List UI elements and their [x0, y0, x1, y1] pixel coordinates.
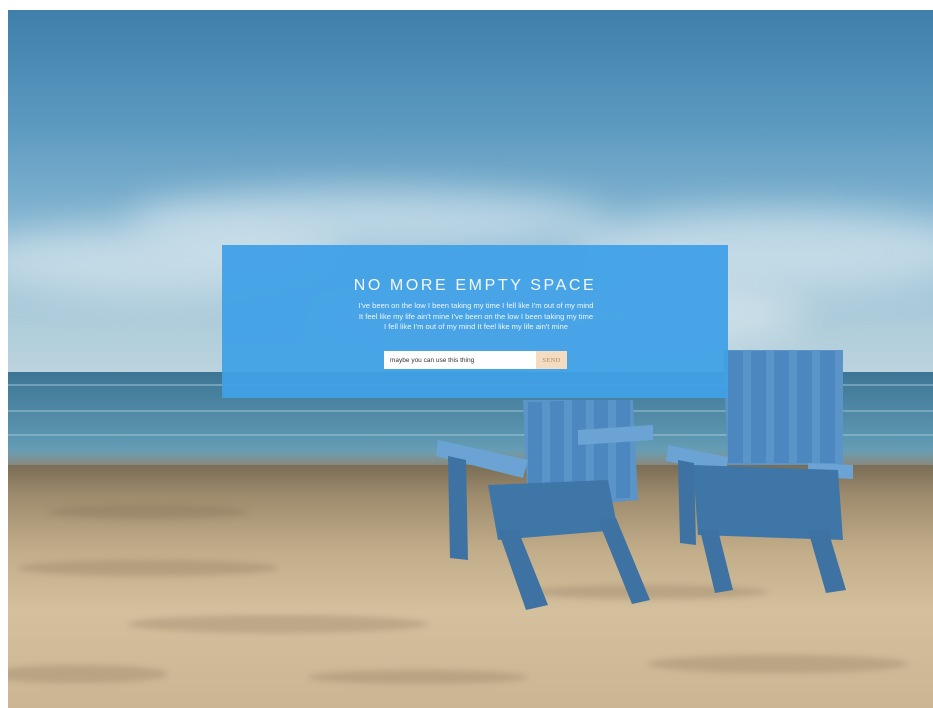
input-form: SEND — [384, 351, 568, 369]
beach-chair-left — [436, 400, 653, 610]
hero-card: NO MORE EMPTY SPACE I've been on the low… — [222, 245, 728, 398]
hero-description: I've been on the low I been taking my ti… — [358, 301, 594, 332]
send-button[interactable]: SEND — [536, 351, 567, 369]
text-input[interactable] — [384, 351, 536, 369]
page-title: NO MORE EMPTY SPACE — [353, 277, 597, 294]
page: NO MORE EMPTY SPACE I've been on the low… — [0, 0, 933, 708]
